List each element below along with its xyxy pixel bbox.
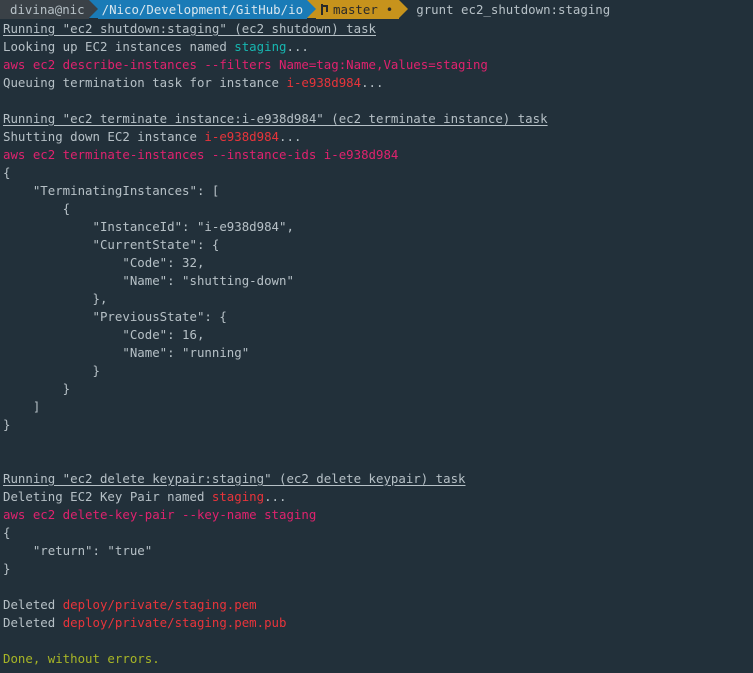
terminal-line: Running "ec2_delete_keypair:staging" (ec… (0, 470, 753, 488)
terminal-text-segment: } (3, 417, 11, 432)
terminal-text-segment: Looking up EC2 instances named (3, 39, 235, 54)
dirty-indicator: • (385, 2, 394, 17)
terminal-text-segment: ... (279, 129, 302, 144)
terminal-text-segment: Running "ec2_shutdown:staging" (ec2_shut… (3, 21, 376, 36)
terminal-line: "Name": "running" (0, 344, 753, 362)
terminal-line: Shutting down EC2 instance i-e938d984... (0, 128, 753, 146)
terminal-line: aws ec2 delete-key-pair --key-name stagi… (0, 506, 753, 524)
terminal-text-segment: Shutting down EC2 instance (3, 129, 205, 144)
terminal-text-segment: "Name": "running" (3, 345, 250, 360)
terminal-text-segment: "CurrentState": { (3, 237, 220, 252)
terminal-line: aws ec2 terminate-instances --instance-i… (0, 146, 753, 164)
terminal-text-segment: "PreviousState": { (3, 309, 227, 324)
terminal-text-segment: } (3, 381, 71, 396)
git-branch-icon (320, 3, 329, 16)
prompt-separator-arrow (307, 0, 317, 18)
terminal-line: Running "ec2_shutdown:staging" (ec2_shut… (0, 20, 753, 38)
terminal-line: "CurrentState": { (0, 236, 753, 254)
shell-prompt: divina@nic /Nico/Development/GitHub/io m… (0, 0, 753, 19)
terminal-line: "PreviousState": { (0, 308, 753, 326)
terminal-line: { (0, 200, 753, 218)
terminal-line: } (0, 362, 753, 380)
terminal-window[interactable]: divina@nic /Nico/Development/GitHub/io m… (0, 0, 753, 668)
terminal-text-segment: aws ec2 terminate-instances --instance-i… (3, 147, 399, 162)
terminal-text-segment: } (3, 561, 11, 576)
terminal-line: Deleting EC2 Key Pair named staging... (0, 488, 753, 506)
terminal-text-segment: Deleted (3, 597, 63, 612)
prompt-separator-arrow (88, 0, 98, 18)
terminal-text-segment: i-e938d984 (286, 75, 362, 90)
terminal-line: "InstanceId": "i-e938d984", (0, 218, 753, 236)
terminal-line: Queuing termination task for instance i-… (0, 74, 753, 92)
command-text: grunt ec2_shutdown:staging (416, 2, 611, 17)
terminal-text-segment: i-e938d984 (204, 129, 280, 144)
terminal-text-segment: Running "ec2_delete_keypair:staging" (ec… (3, 471, 466, 486)
terminal-line: Deleted deploy/private/staging.pem.pub (0, 614, 753, 632)
terminal-line: "Code": 16, (0, 326, 753, 344)
terminal-text-segment: aws ec2 describe-instances --filters Nam… (3, 57, 488, 72)
terminal-text-segment: ... (361, 75, 384, 90)
terminal-text-segment: "Code": 32, (3, 255, 205, 270)
terminal-text-segment: Deleted (3, 615, 63, 630)
terminal-text-segment: { (3, 201, 71, 216)
terminal-line: } (0, 416, 753, 434)
terminal-text-segment: deploy/private/staging.pem.pub (62, 615, 287, 630)
branch-name: master (333, 2, 378, 17)
terminal-text-segment: ] (3, 399, 41, 414)
terminal-text-segment: "TerminatingInstances": [ (3, 183, 220, 198)
terminal-line: "TerminatingInstances": [ (0, 182, 753, 200)
terminal-line: } (0, 560, 753, 578)
terminal-line: "return": "true" (0, 542, 753, 560)
terminal-text-segment: Deleting EC2 Key Pair named (3, 489, 212, 504)
prompt-git-branch: master • (316, 0, 400, 19)
terminal-line: "Name": "shutting-down" (0, 272, 753, 290)
terminal-output: Running "ec2_shutdown:staging" (ec2_shut… (0, 19, 753, 668)
terminal-line: ] (0, 398, 753, 416)
terminal-text-segment: aws ec2 delete-key-pair --key-name stagi… (3, 507, 317, 522)
terminal-text-segment: { (3, 165, 11, 180)
terminal-text-segment: Done, without errors. (3, 651, 160, 666)
terminal-text-segment: }, (3, 291, 108, 306)
terminal-line: { (0, 524, 753, 542)
terminal-text-segment: staging (234, 39, 287, 54)
terminal-line: Deleted deploy/private/staging.pem (0, 596, 753, 614)
terminal-line: } (0, 380, 753, 398)
terminal-text-segment: "Code": 16, (3, 327, 205, 342)
terminal-line: Done, without errors. (0, 650, 753, 668)
terminal-line: "Code": 32, (0, 254, 753, 272)
terminal-text-segment: Queuing termination task for instance (3, 75, 287, 90)
terminal-text-segment: staging (211, 489, 265, 504)
terminal-text-segment: { (3, 525, 11, 540)
terminal-text-segment: "Name": "shutting-down" (3, 273, 294, 288)
terminal-text-segment: "InstanceId": "i-e938d984", (3, 219, 294, 234)
prompt-user-host: divina@nic (0, 0, 89, 19)
terminal-text-segment: deploy/private/staging.pem (62, 597, 257, 612)
terminal-line: Running "ec2_terminate_instance:i-e938d9… (0, 110, 753, 128)
terminal-text-segment: "return": "true" (3, 543, 153, 558)
prompt-separator-arrow (399, 0, 409, 18)
prompt-path: /Nico/Development/GitHub/io (97, 0, 308, 19)
terminal-line: }, (0, 290, 753, 308)
terminal-text-segment: } (3, 363, 100, 378)
terminal-text-segment: ... (286, 39, 309, 54)
terminal-line: aws ec2 describe-instances --filters Nam… (0, 56, 753, 74)
terminal-line: { (0, 164, 753, 182)
terminal-text-segment: ... (264, 489, 287, 504)
terminal-line: Looking up EC2 instances named staging..… (0, 38, 753, 56)
terminal-text-segment: Running "ec2_terminate_instance:i-e938d9… (3, 111, 548, 126)
